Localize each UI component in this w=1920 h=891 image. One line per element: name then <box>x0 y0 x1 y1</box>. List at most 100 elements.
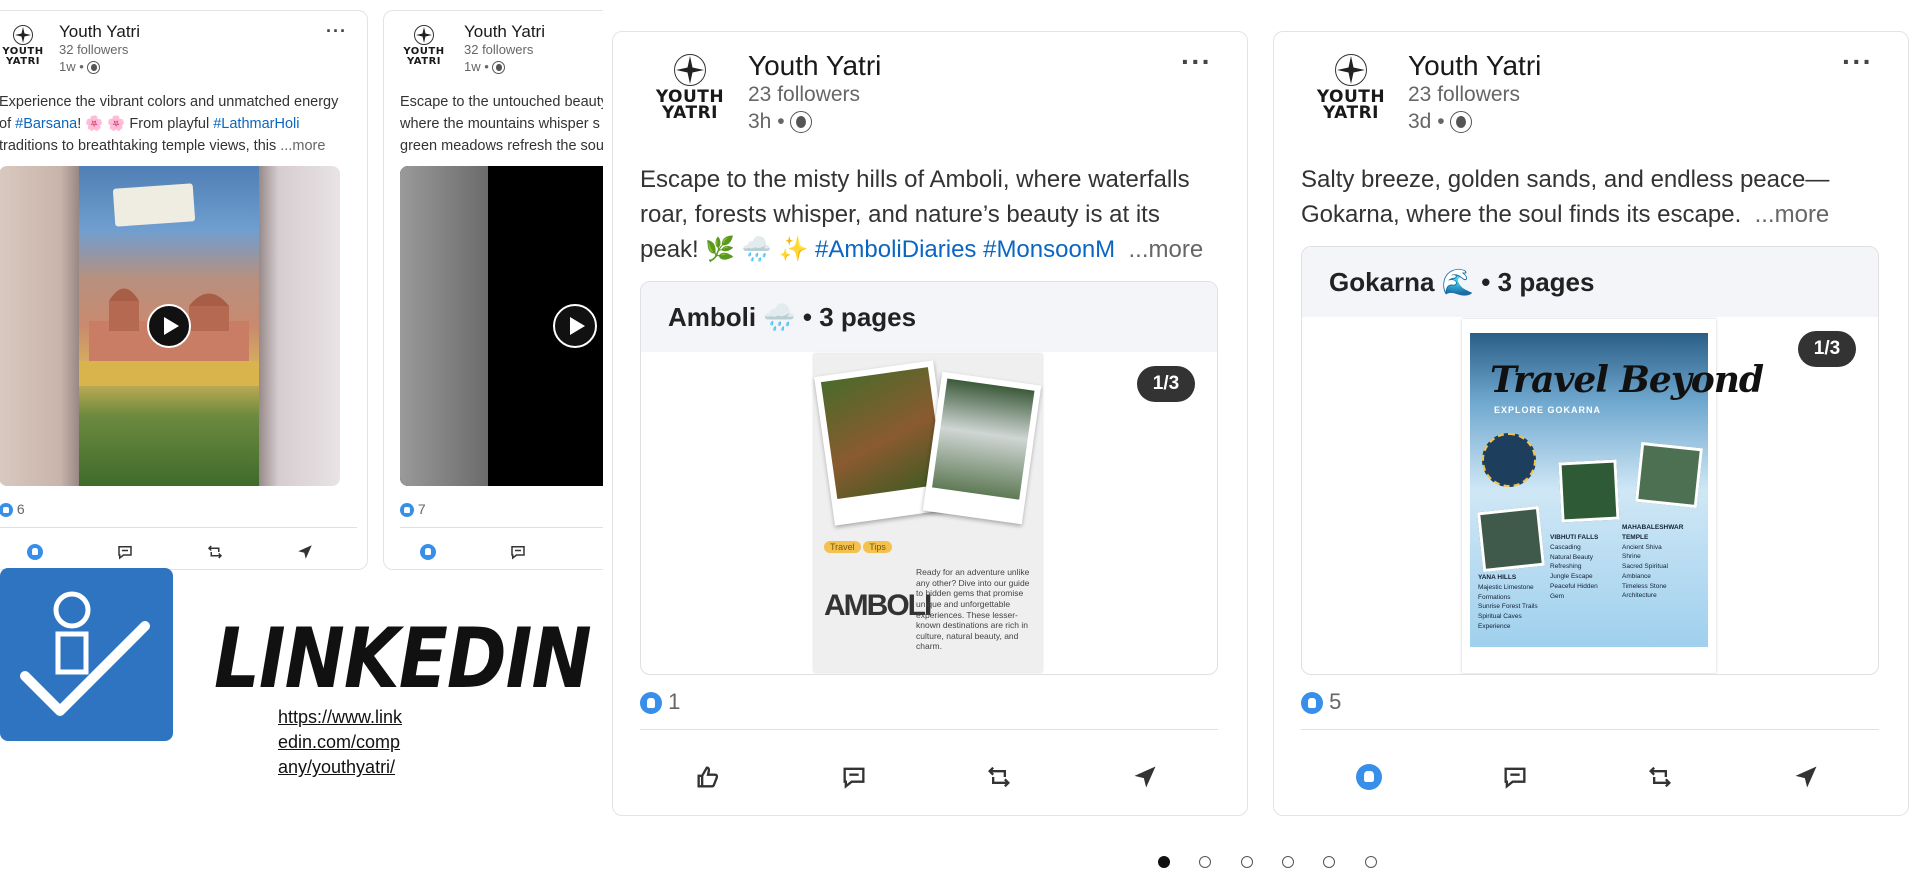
follower-count: 23 followers <box>1408 83 1521 106</box>
youth-yatri-logo[interactable]: YOUTH YATRI <box>655 54 725 122</box>
repost-button[interactable] <box>1640 757 1680 797</box>
comment-button[interactable] <box>108 535 142 569</box>
reaction-summary[interactable]: 1 <box>640 689 680 715</box>
see-more-link[interactable]: ...more <box>1129 236 1204 263</box>
post-text-line: of #Barsana! 🌸 🌸 From playful #LathmarHo… <box>0 114 359 136</box>
reaction-summary[interactable]: 5 <box>1301 689 1341 715</box>
reaction-summary[interactable]: 7 <box>400 501 426 518</box>
poster-col-item: Timeless Stone <box>1622 582 1667 590</box>
repost-button[interactable] <box>198 535 232 569</box>
post-text-line: Gokarna, where the soul finds its escape… <box>1301 197 1901 232</box>
author-name[interactable]: Youth Yatri <box>1408 50 1541 82</box>
play-icon <box>570 317 585 335</box>
send-button[interactable] <box>1786 757 1826 797</box>
like-button[interactable] <box>688 757 728 797</box>
poster-subtitle: EXPLORE GOKARNA <box>1494 405 1602 415</box>
youth-yatri-logo[interactable]: YOUTH YATRI <box>1316 54 1386 122</box>
post-text-line: Escape to the misty hills of Amboli, whe… <box>640 166 1190 193</box>
globe-icon <box>1450 111 1473 134</box>
post-time-text: 3d • <box>1408 110 1445 133</box>
carousel-dot[interactable] <box>1158 856 1170 868</box>
linkedin-url-line[interactable]: any/youthyatri/ <box>278 755 402 780</box>
author-name[interactable]: Youth Yatri <box>748 50 881 82</box>
like-reaction-icon <box>640 692 662 715</box>
carousel-dot[interactable] <box>1282 856 1294 868</box>
send-button[interactable] <box>1125 757 1165 797</box>
more-options-icon[interactable]: ··· <box>1181 46 1212 78</box>
like-button[interactable] <box>18 535 52 569</box>
poster-col-head: MAHABALESHWAR TEMPLE <box>1622 524 1684 541</box>
poster-col-item: Formations <box>1478 593 1511 601</box>
poster-col-item: Jungle Escape <box>1550 573 1593 580</box>
send-button[interactable] <box>288 535 322 569</box>
document-carousel[interactable]: Amboli 🌧️ • 3 pages 1/3 Travel Tips AMBO… <box>640 281 1218 675</box>
follower-count: 23 followers <box>748 83 861 106</box>
like-icon <box>697 766 719 788</box>
post-text: Experience the vibrant colors and unmatc… <box>0 92 359 157</box>
poster-col-item: Gem <box>1550 592 1565 600</box>
post-text-line: where the mountains whisper s <box>400 115 600 132</box>
repost-button[interactable] <box>979 757 1019 797</box>
post-text-line: traditions to breathtaking temple views,… <box>0 136 359 158</box>
post-card-clip: YOUTH YATRI Youth Yatri 32 followers 1w … <box>383 10 603 570</box>
poster-col-item: Sunrise Forest Trails <box>1478 603 1538 611</box>
carousel-dots <box>1158 856 1418 872</box>
author-name[interactable]: Youth Yatri <box>59 22 140 42</box>
linkedin-logo-tile[interactable] <box>0 568 173 741</box>
poster-col-item: Shrine <box>1622 553 1641 561</box>
globe-icon <box>790 111 813 134</box>
comment-button[interactable] <box>1495 757 1535 797</box>
post-time: 1w • <box>464 59 506 75</box>
like-reaction-icon <box>1301 692 1323 715</box>
send-icon <box>298 545 312 559</box>
hashtag-link[interactable]: #AmboliDiaries #MonsoonM <box>815 236 1115 263</box>
more-options-icon[interactable]: ··· <box>326 21 347 42</box>
post-text-fragment: Gokarna, where the soul finds its escape… <box>1301 201 1742 228</box>
compass-icon <box>414 25 434 45</box>
carousel-dot[interactable] <box>1241 856 1253 868</box>
video-player[interactable] <box>400 166 603 486</box>
linkedin-url[interactable]: https://www.link edin.com/comp any/youth… <box>278 705 402 781</box>
follower-count: 32 followers <box>59 42 129 57</box>
author-name[interactable]: Youth Yatri <box>464 22 545 42</box>
poster-col-3: MAHABALESHWAR TEMPLE Ancient Shiva Shrin… <box>1622 523 1708 601</box>
comment-button[interactable] <box>834 757 874 797</box>
like-button[interactable] <box>411 535 445 569</box>
see-more-link[interactable]: ...more <box>280 138 325 154</box>
linkedin-url-line[interactable]: edin.com/comp <box>278 730 402 755</box>
poster-title: Travel Beyond <box>1490 359 1764 401</box>
see-more-link[interactable]: ...more <box>1755 201 1830 228</box>
like-icon <box>1356 764 1382 790</box>
compass-icon <box>674 54 706 86</box>
video-player[interactable] <box>0 166 340 486</box>
carousel-dot[interactable] <box>1323 856 1335 868</box>
travel-poster: Travel Beyond EXPLORE GOKARNA YANA HILLS… <box>1470 333 1764 647</box>
carousel-dot[interactable] <box>1199 856 1211 868</box>
more-options-icon[interactable]: ··· <box>1842 46 1873 78</box>
like-reaction-icon <box>0 503 13 518</box>
comment-icon <box>511 546 525 560</box>
send-icon <box>1795 766 1817 788</box>
poster-col-item: Architecture <box>1622 592 1657 600</box>
comment-button[interactable] <box>501 535 535 569</box>
hashtag-link[interactable]: #LathmarHoli <box>213 116 299 132</box>
reaction-count: 6 <box>16 501 25 517</box>
poster-col-item: Ambiance <box>1622 572 1651 580</box>
play-button[interactable] <box>553 304 597 348</box>
globe-icon <box>87 61 101 75</box>
post-time-text: 3h • <box>748 110 785 133</box>
document-carousel[interactable]: Gokarna 🌊 • 3 pages 1/3 Travel Beyond EX… <box>1301 246 1879 675</box>
carousel-dot[interactable] <box>1365 856 1377 868</box>
linkedin-url-line[interactable]: https://www.link <box>278 705 402 730</box>
post-text-fragment: ! 🌸 🌸 From playful <box>77 115 214 132</box>
hashtag-link[interactable]: #Barsana <box>15 116 77 132</box>
post-text: Escape to the untouched beauty where the… <box>400 92 603 157</box>
youth-yatri-logo[interactable]: YOUTH YATRI <box>403 25 444 66</box>
like-button[interactable] <box>1349 757 1389 797</box>
doc-tag: Tips <box>863 541 892 553</box>
document-page: Travel Beyond EXPLORE GOKARNA YANA HILLS… <box>1462 319 1764 673</box>
reaction-summary[interactable]: 6 <box>0 501 25 518</box>
play-button[interactable] <box>147 304 191 348</box>
youth-yatri-logo[interactable]: YOUTH YATRI <box>2 25 43 66</box>
poster-col-item: Refreshing <box>1550 563 1582 571</box>
